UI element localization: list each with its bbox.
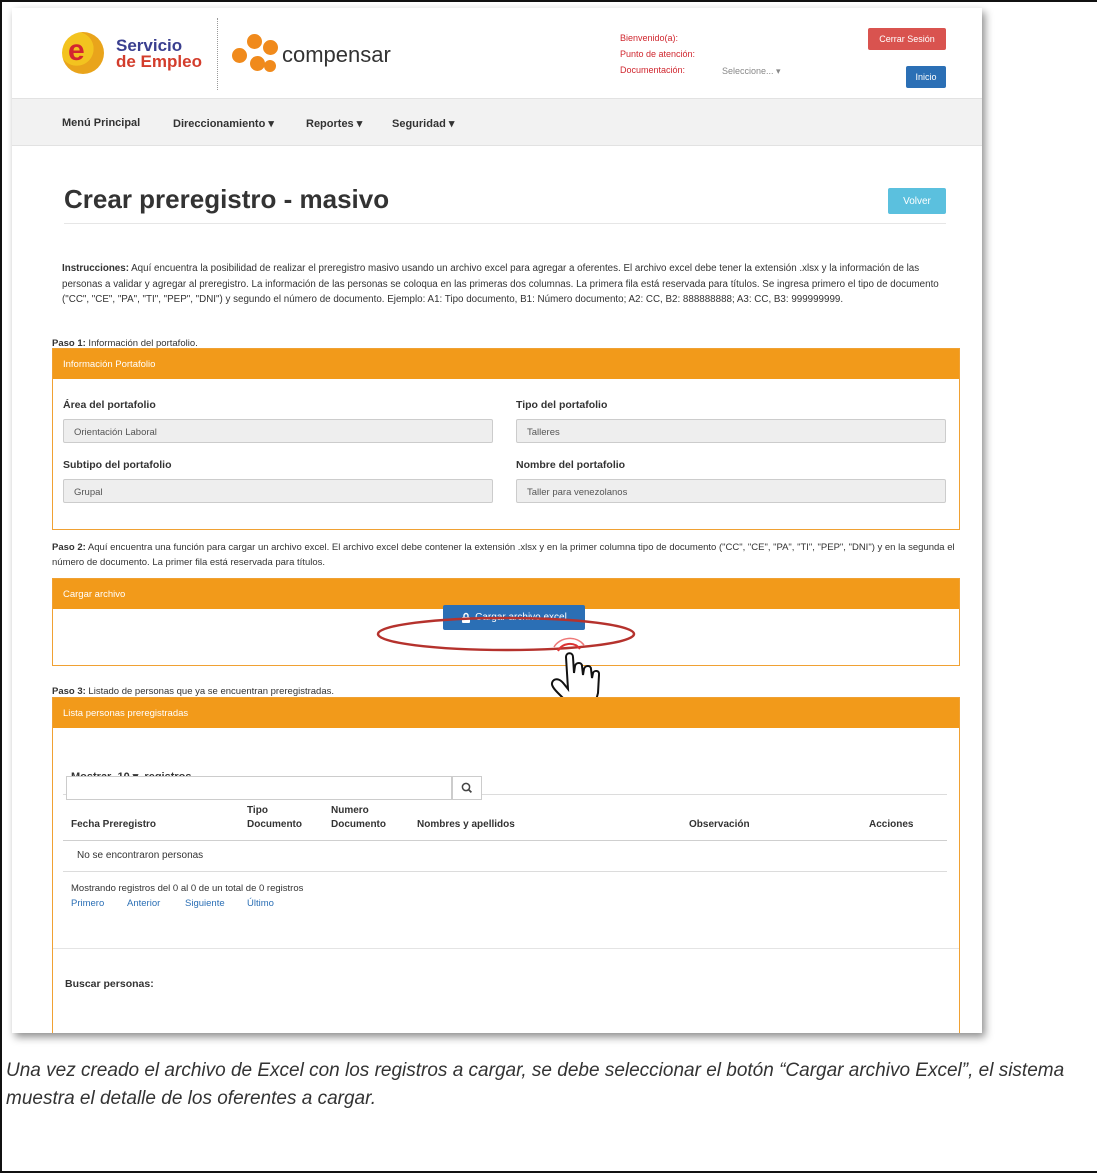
area-portafolio-field[interactable]: Orientación Laboral [63, 419, 493, 443]
inicio-button[interactable]: Inicio [906, 66, 946, 88]
buscar-personas-label: Buscar personas: [65, 978, 154, 990]
tipo-portafolio-field[interactable]: Talleres [516, 419, 946, 443]
subtipo-portafolio-field[interactable]: Grupal [63, 479, 493, 503]
panel-lista-personas-header: Lista personas preregistradas [53, 698, 959, 728]
servicio-empleo-logo-icon: e [62, 32, 104, 74]
pager-primero[interactable]: Primero [71, 898, 104, 909]
pager-siguiente[interactable]: Siguiente [185, 898, 225, 909]
documentacion-select[interactable]: Seleccione... ▾ [722, 63, 781, 79]
paso3-label: Paso 3: Listado de personas que ya se en… [52, 686, 334, 697]
col-observacion[interactable]: Observación [689, 818, 750, 832]
area-portafolio-label: Área del portafolio [63, 399, 156, 411]
panel-lista-personas: Lista personas preregistradas Mostrar 10… [52, 697, 960, 1033]
title-divider [64, 223, 946, 224]
nav-direccionamiento[interactable]: Direccionamiento ▾ [173, 117, 274, 130]
nav-seguridad[interactable]: Seguridad ▾ [392, 117, 454, 130]
pager-ultimo[interactable]: Último [247, 898, 274, 909]
paso2-bold: Paso 2: [52, 542, 86, 553]
subtipo-portafolio-label: Subtipo del portafolio [63, 459, 172, 471]
table-info: Mostrando registros del 0 al 0 de un tot… [71, 883, 304, 894]
servicio-empleo-logo: Servicio de Empleo [116, 37, 202, 71]
panel-info-portafolio: Información Portafolio Área del portafol… [52, 348, 960, 530]
instructions-text: Aquí encuentra la posibilidad de realiza… [62, 263, 939, 305]
logo-e-letter: e [68, 34, 85, 67]
nombre-portafolio-field[interactable]: Taller para venezolanos [516, 479, 946, 503]
tipo-portafolio-label: Tipo del portafolio [516, 399, 608, 411]
logo-line-2: de Empleo [116, 52, 202, 71]
nav-menu-principal[interactable]: Menú Principal [62, 117, 140, 129]
panel-lista-personas-title: Lista personas preregistradas [63, 708, 189, 719]
panel-info-portafolio-header: Información Portafolio [53, 349, 959, 379]
col-tipo-documento[interactable]: Tipo Documento [247, 804, 319, 832]
instructions-label: Instrucciones: [62, 263, 129, 274]
main-navbar: Menú Principal Direccionamiento ▾ Report… [12, 98, 982, 146]
search-input[interactable] [66, 776, 452, 800]
search-icon [461, 782, 473, 794]
cerrar-sesion-button[interactable]: Cerrar Sesión [868, 28, 946, 50]
user-info: Bienvenido(a): Punto de atención: Docume… [620, 30, 781, 78]
paso3-bold: Paso 3: [52, 686, 86, 697]
panel-info-portafolio-title: Información Portafolio [63, 359, 156, 370]
table-header-rule [63, 840, 947, 841]
screenshot-window: e Servicio de Empleo compensar Bienvenid… [12, 8, 982, 1033]
nombre-portafolio-label: Nombre del portafolio [516, 459, 626, 471]
panel-cargar-archivo-title: Cargar archivo [63, 589, 126, 600]
table-bottom-rule [63, 871, 947, 872]
volver-button[interactable]: Volver [888, 188, 946, 214]
pager-anterior[interactable]: Anterior [127, 898, 160, 909]
paso3-text: Listado de personas que ya se encuentran… [85, 686, 335, 697]
col-numero-documento[interactable]: Numero Documento [331, 804, 403, 832]
logo-divider [217, 18, 218, 90]
bienvenido-label: Bienvenido(a): [620, 33, 679, 43]
paso2-text: Aquí encuentra una función para cargar u… [52, 542, 955, 568]
instructions: Instrucciones: Aquí encuentra la posibil… [62, 261, 948, 308]
paso2-label: Paso 2: Aquí encuentra una función para … [52, 541, 962, 570]
document-caption: Una vez creado el archivo de Excel con l… [6, 1060, 1065, 1109]
search-divider [53, 948, 959, 949]
page-title: Crear preregistro - masivo [64, 184, 390, 214]
nav-reportes[interactable]: Reportes ▾ [306, 117, 362, 130]
col-acciones[interactable]: Acciones [869, 818, 913, 832]
punto-atencion-label: Punto de atención: [620, 49, 696, 59]
col-fecha-preregistro[interactable]: Fecha Preregistro [71, 818, 156, 832]
compensar-logo: compensar [282, 42, 391, 67]
documentacion-label: Documentación: [620, 65, 686, 75]
compensar-logo-icon [230, 34, 278, 76]
search-button[interactable] [452, 776, 482, 800]
col-nombres-apellidos[interactable]: Nombres y apellidos [417, 818, 515, 832]
site-header: e Servicio de Empleo compensar Bienvenid… [12, 8, 982, 98]
table-empty-row: No se encontraron personas [77, 850, 204, 861]
